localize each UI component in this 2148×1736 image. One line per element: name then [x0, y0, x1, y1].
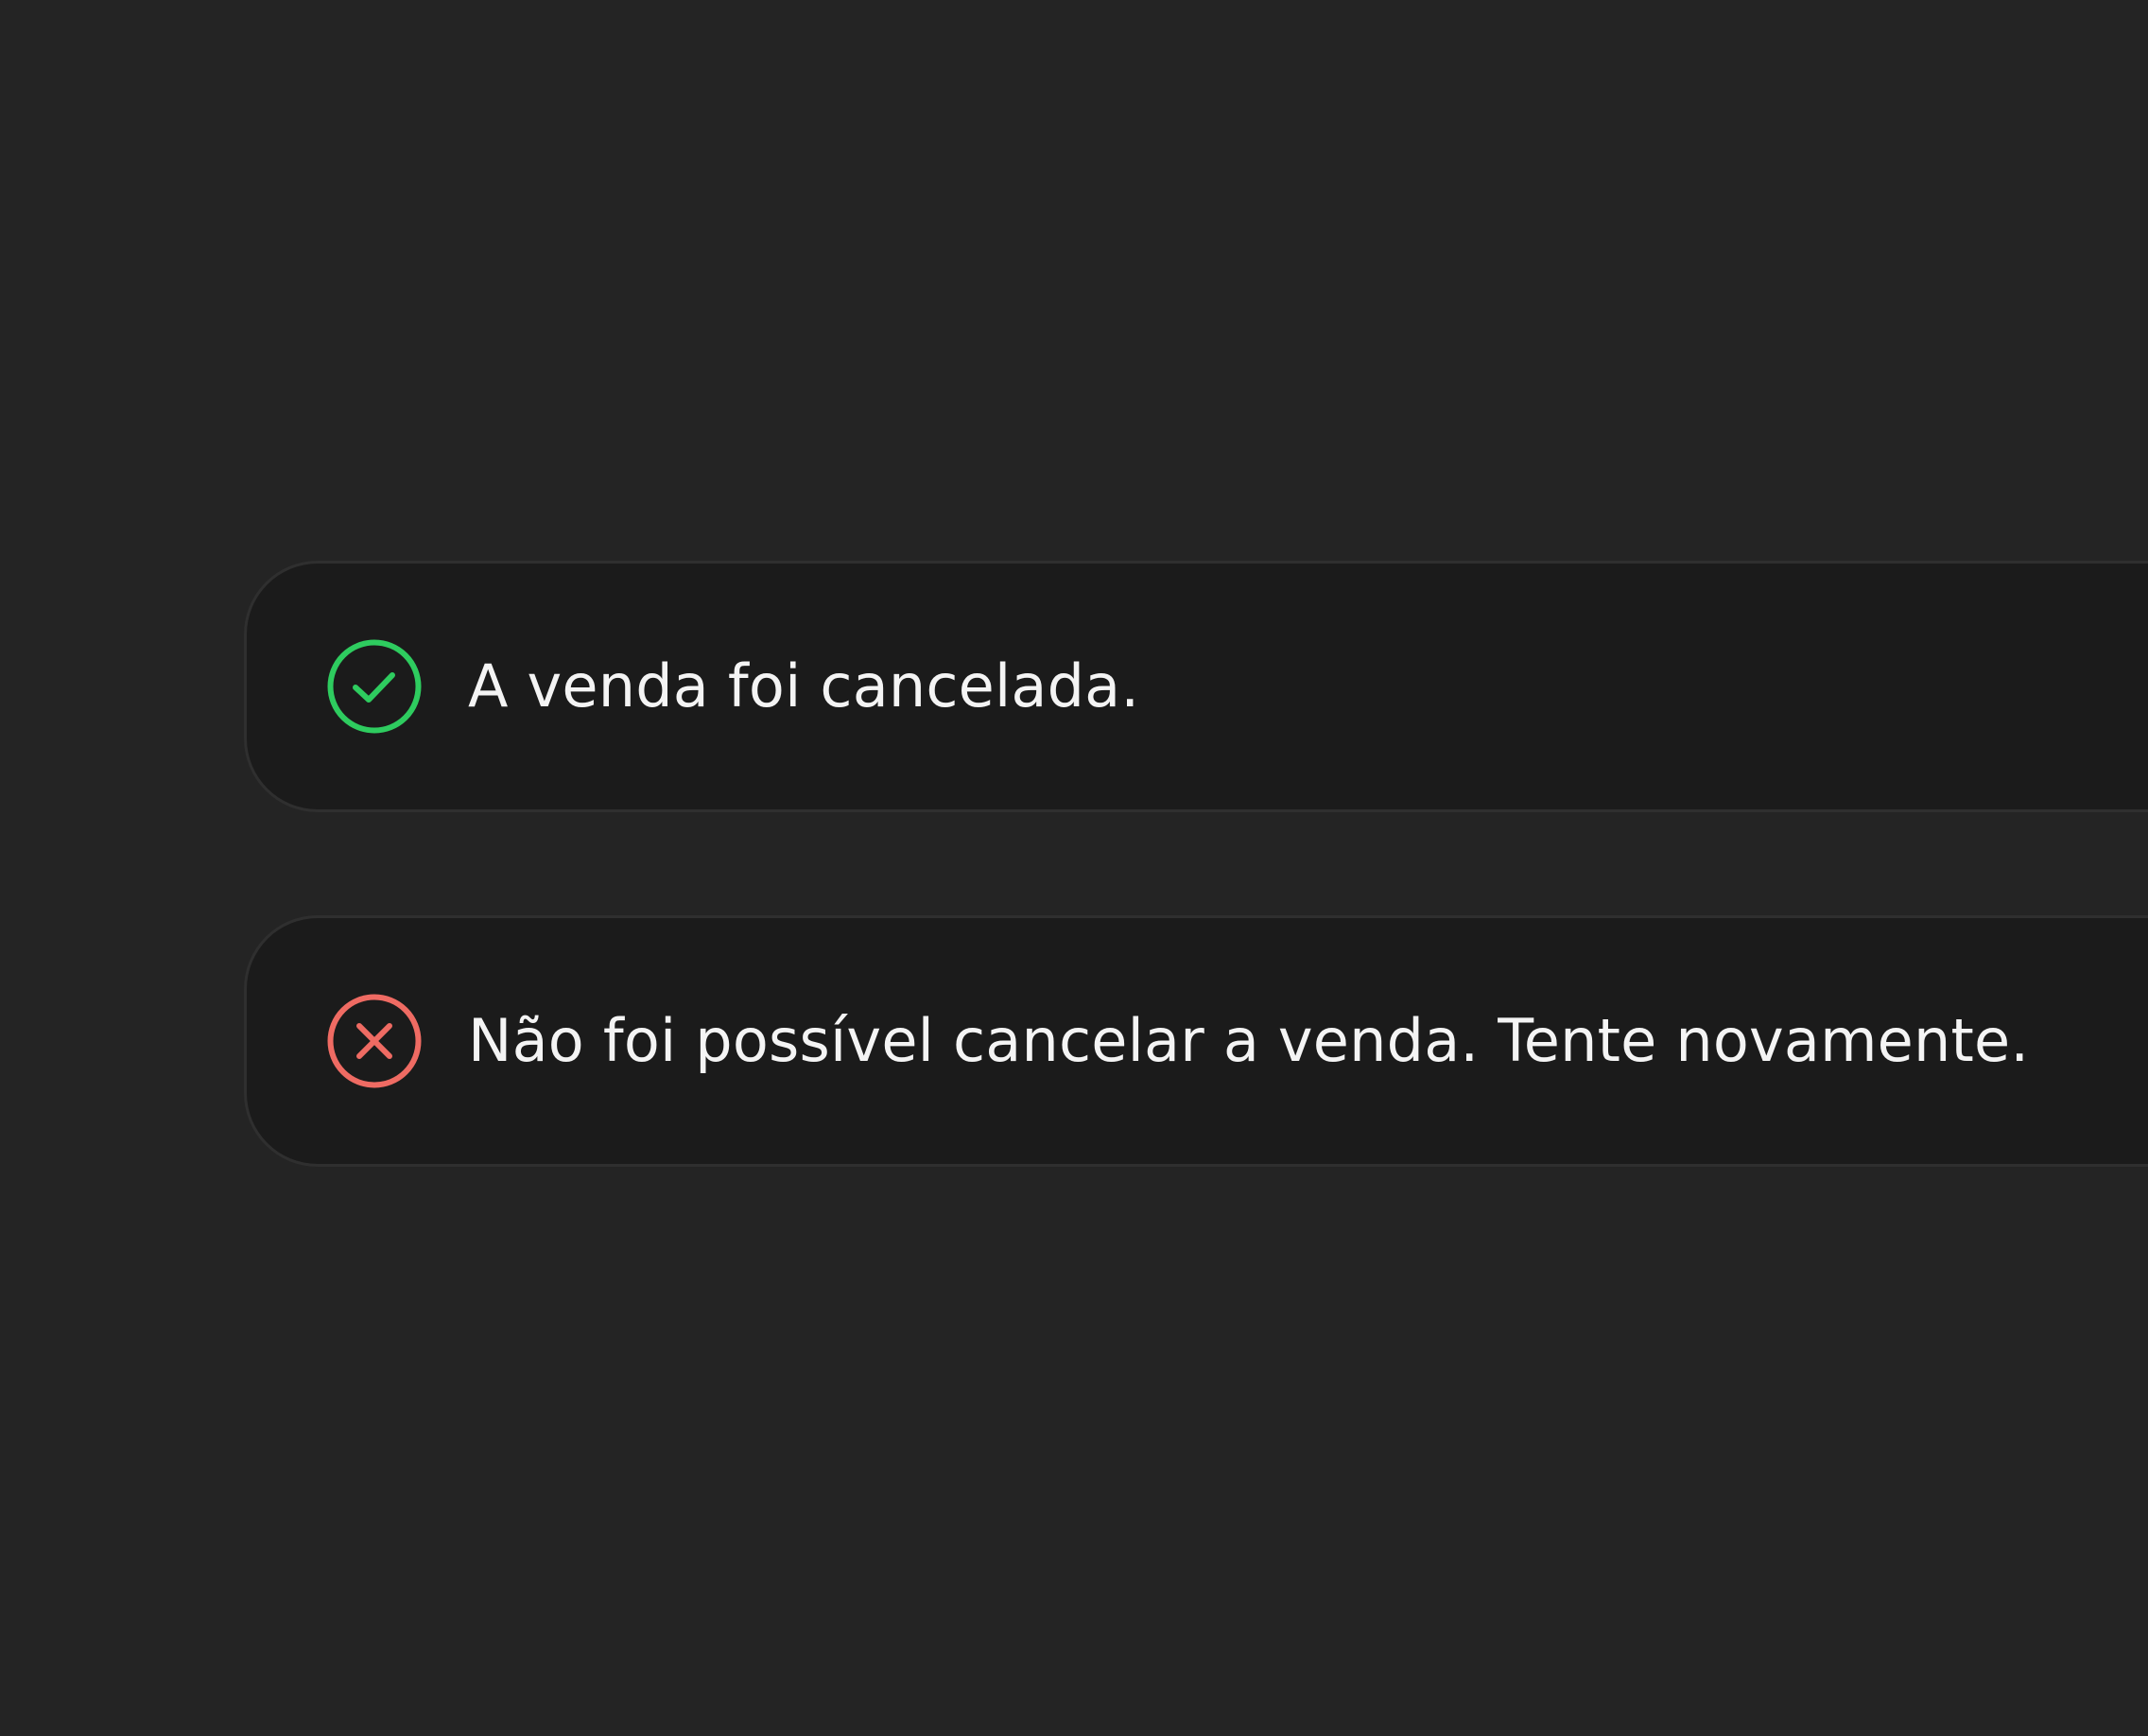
toast-message: A venda foi cancelada.	[468, 651, 1140, 720]
x-circle-icon	[326, 993, 423, 1089]
success-toast: A venda foi cancelada.	[244, 561, 2148, 812]
toast-message: Não foi possível cancelar a venda. Tente…	[468, 1006, 2030, 1075]
check-circle-icon	[326, 638, 423, 735]
notifications-canvas: A venda foi cancelada. Não foi possível …	[0, 0, 2148, 1736]
error-toast: Não foi possível cancelar a venda. Tente…	[244, 915, 2148, 1167]
